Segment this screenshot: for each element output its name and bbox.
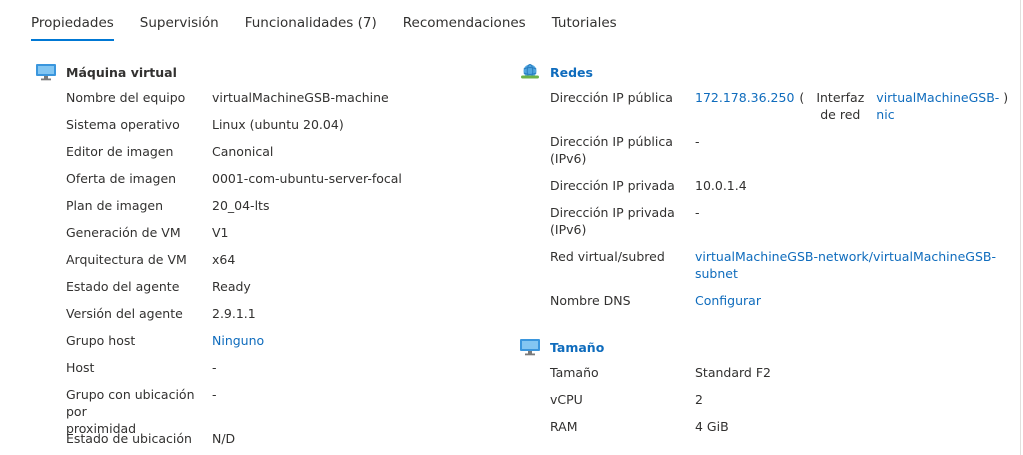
vm-row-value: N/D [212, 431, 236, 446]
link-line: virtualMachineGSB- [876, 90, 1000, 105]
vm-row-value: x64 [212, 252, 236, 267]
label-line: (IPv6) [550, 222, 587, 237]
vm-row-label: Arquitectura de VM [66, 252, 187, 267]
label-line: Dirección IP privada [550, 205, 675, 220]
size-section-header: Tamaño [519, 338, 604, 356]
vm-row-value: 20_04-lts [212, 198, 270, 213]
vm-row: Oferta de imagen 0001-com-ubuntu-server-f… [66, 170, 402, 187]
public-ipv6-row: Dirección IP pública (IPv6) - [550, 133, 700, 167]
vm-row-label: Plan de imagen [66, 198, 164, 213]
size-row-value: 2 [695, 392, 703, 407]
vm-row-value: 0001-com-ubuntu-server-focal [212, 171, 402, 186]
vm-row-label: Editor de imagen [66, 144, 174, 159]
dns-label: Nombre DNS [550, 293, 631, 308]
vm-row-label: Oferta de imagen [66, 171, 177, 186]
private-ip-label: Dirección IP privada [550, 178, 675, 193]
tab-tutoriales[interactable]: Tutoriales [552, 0, 617, 42]
monitor-icon [519, 338, 541, 356]
public-ip-row: Dirección IP pública 172.178.36.250 ( In… [550, 89, 1008, 123]
link-line: nic [876, 107, 895, 122]
private-ip-row: Dirección IP privada 10.0.1.4 [550, 177, 747, 194]
network-globe-icon [519, 63, 541, 81]
vm-row-label: Estado del agente [66, 279, 180, 294]
host-group-link[interactable]: Ninguno [212, 332, 264, 349]
link-line: subnet [695, 266, 738, 281]
label-line: Interfaz [816, 90, 865, 105]
monitor-icon [35, 63, 57, 81]
vm-row-label: Host [66, 360, 95, 375]
configure-dns-link[interactable]: Configurar [695, 292, 761, 309]
network-interface-label: Interfaz de red [810, 89, 870, 123]
size-row-label: RAM [550, 419, 578, 434]
tab-supervision[interactable]: Supervisión [140, 0, 219, 42]
size-section-title[interactable]: Tamaño [550, 340, 604, 355]
vm-row: Generación de VM V1 [66, 224, 229, 241]
tab-bar: Propiedades Supervisión Funcionalidades … [31, 0, 643, 42]
label-line: (IPv6) [550, 151, 587, 166]
vm-row-label: Grupo host [66, 333, 136, 348]
vm-row-value: Canonical [212, 144, 274, 159]
label-line: Grupo con ubicación por [66, 387, 195, 419]
vm-section-title: Máquina virtual [66, 64, 177, 80]
size-row-label: Tamaño [550, 365, 599, 380]
vm-row: Estado de ubicación N/D [66, 430, 235, 447]
vm-row: Sistema operativo Linux (ubuntu 20.04) [66, 116, 344, 133]
label-line: Dirección IP pública [550, 134, 673, 149]
vm-row: Estado del agente Ready [66, 278, 251, 295]
tab-funcionalidades[interactable]: Funcionalidades (7) [245, 0, 377, 42]
private-ipv6-value: - [695, 205, 700, 220]
private-ipv6-row: Dirección IP privada (IPv6) - [550, 204, 700, 238]
vm-row-value: virtualMachineGSB-machine [212, 90, 389, 105]
vm-row: Nombre del equipo virtualMachineGSB-machi… [66, 89, 389, 106]
vm-row: Arquitectura de VM x64 [66, 251, 235, 268]
public-ipv6-label: Dirección IP pública (IPv6) [550, 133, 695, 167]
paren-close: ) [1003, 90, 1009, 105]
dns-row: Nombre DNS Configurar [550, 292, 761, 309]
size-row: Tamaño Standard F2 [550, 364, 771, 381]
tab-recomendaciones[interactable]: Recomendaciones [403, 0, 526, 42]
network-section-header: Redes [519, 63, 593, 81]
vm-row: Versión del agente 2.9.1.1 [66, 305, 256, 322]
link-line: virtualMachineGSB-network/virtualMachine… [695, 249, 996, 264]
vm-row: Grupo host Ninguno [66, 332, 264, 349]
private-ip-value: 10.0.1.4 [695, 178, 747, 193]
network-interface-link[interactable]: virtualMachineGSB- nic [876, 89, 999, 123]
public-ipv6-value: - [695, 134, 700, 149]
vm-row-value: 2.9.1.1 [212, 306, 256, 321]
public-ip-label: Dirección IP pública [550, 90, 673, 105]
vnet-subnet-link[interactable]: virtualMachineGSB-network/virtualMachine… [695, 248, 996, 282]
paren-open: ( [799, 90, 805, 105]
vm-row: Plan de imagen 20_04-lts [66, 197, 269, 214]
vm-row: Editor de imagen Canonical [66, 143, 273, 160]
vm-row: Host - [66, 359, 217, 376]
label-line: de red [820, 107, 861, 122]
private-ipv6-label: Dirección IP privada (IPv6) [550, 204, 695, 238]
vm-row-label: Generación de VM [66, 225, 181, 240]
network-section-title[interactable]: Redes [550, 65, 593, 80]
size-row: RAM 4 GiB [550, 418, 729, 435]
tab-propiedades[interactable]: Propiedades [31, 0, 114, 42]
size-row: vCPU 2 [550, 391, 703, 408]
public-ip-link[interactable]: 172.178.36.250 [695, 89, 794, 123]
vm-row-label: Estado de ubicación [66, 431, 192, 446]
vm-row-value: Ready [212, 279, 251, 294]
vm-row-value: Linux (ubuntu 20.04) [212, 117, 344, 132]
vm-row-label: Versión del agente [66, 306, 183, 321]
vm-row-label: Nombre del equipo [66, 90, 186, 105]
vm-row-label: Sistema operativo [66, 117, 180, 132]
vm-row-value: - [212, 360, 217, 375]
vm-row-value: V1 [212, 225, 229, 240]
size-row-label: vCPU [550, 392, 583, 407]
size-row-value: Standard F2 [695, 365, 771, 380]
vnet-row: Red virtual/subred virtualMachineGSB-net… [550, 248, 996, 282]
vnet-label: Red virtual/subred [550, 249, 665, 264]
vm-section-header: Máquina virtual [35, 63, 177, 81]
size-row-value: 4 GiB [695, 419, 729, 434]
properties-panel: Propiedades Supervisión Funcionalidades … [0, 0, 1021, 455]
